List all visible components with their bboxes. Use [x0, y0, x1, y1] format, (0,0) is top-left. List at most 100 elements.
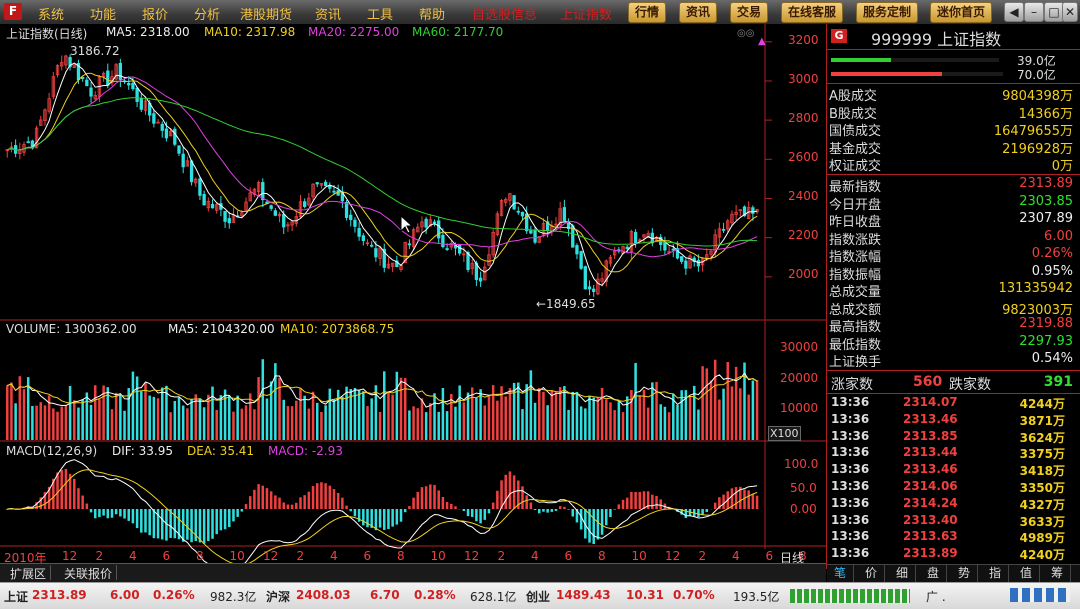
toolbar-custom-service-button[interactable]: 服务定制 [856, 2, 918, 23]
candle-body [685, 261, 688, 268]
menu-sh-index[interactable]: 上证指数 [560, 4, 612, 23]
macd-title: MACD(12,26,9) [6, 444, 97, 458]
volume-bar [65, 405, 68, 440]
panel-tab[interactable]: 盘 [920, 565, 947, 582]
volume-bar [232, 412, 235, 440]
menu-function[interactable]: 功能 [90, 4, 116, 23]
macd-bar [295, 503, 298, 509]
cy-amount: 193.5亿 [733, 588, 779, 605]
panel-tab[interactable]: 指 [982, 565, 1009, 582]
volume-bar [77, 408, 80, 440]
panel-tab[interactable]: 价 [858, 565, 885, 582]
menu-news[interactable]: 资讯 [315, 4, 341, 23]
back-icon[interactable]: ◀ [1004, 2, 1024, 22]
panel-tab[interactable]: 筹 [1044, 565, 1071, 582]
macd-bar [442, 497, 445, 509]
minimize-icon[interactable]: – [1024, 2, 1044, 22]
kline-chart[interactable] [0, 24, 826, 569]
volume-bar [10, 382, 13, 440]
macd-bar [299, 497, 302, 509]
candle-body [27, 142, 30, 143]
tick-price: 2313.46 [903, 412, 958, 426]
volume-bar [458, 385, 461, 440]
panel-tab[interactable]: 笔 [827, 565, 854, 582]
toolbar-trade-button[interactable]: 交易 [730, 2, 768, 23]
tick-time: 13:36 [831, 546, 869, 560]
volume-bar [530, 370, 533, 440]
macd-bar [601, 509, 604, 535]
macd-bar [391, 509, 394, 527]
volume-bar [178, 398, 181, 440]
volume-bar [245, 405, 248, 440]
chart-options-icon[interactable]: ◎◎ [737, 28, 754, 39]
stat-row-label: 总成交量 [829, 281, 881, 300]
toolbar-news-button[interactable]: 资讯 [679, 2, 717, 23]
volume-bar [626, 396, 629, 440]
menu-tools[interactable]: 工具 [367, 4, 393, 23]
volume-bar [475, 398, 478, 440]
x-axis-month: 6 [163, 549, 171, 563]
candle-body [408, 244, 411, 245]
candle-body [81, 77, 84, 78]
macd-bar [215, 509, 218, 534]
volume-bar [417, 408, 420, 440]
volume-bar [161, 387, 164, 440]
macd-bar [224, 509, 227, 529]
hs-price: 2408.03 [296, 588, 351, 602]
macd-bar [429, 484, 432, 509]
toolbar-online-service-button[interactable]: 在线客服 [781, 2, 843, 23]
menu-system[interactable]: 系统 [38, 4, 64, 23]
menu-quote[interactable]: 报价 [142, 4, 168, 23]
chart-area[interactable]: 上证指数(日线) MA5: 2318.00 MA10: 2317.98 MA20… [0, 24, 826, 569]
candle-body [203, 194, 206, 204]
volume-bar [19, 376, 22, 440]
maximize-icon[interactable]: □ [1044, 2, 1064, 22]
volume-bar [119, 394, 122, 440]
macd-bar [630, 492, 633, 509]
stat-row-label: 昨日收盘 [829, 211, 881, 230]
macd-bar [530, 503, 533, 509]
volume-bar [157, 398, 160, 440]
candle-body [224, 211, 227, 221]
tick-row: 13:362313.463871万 [827, 412, 1067, 429]
volume-bar [270, 381, 273, 440]
x-axis-month: 12 [62, 549, 77, 563]
ma60-line [7, 98, 757, 246]
index-stats-block: 最新指数2313.89今日开盘2303.85昨日收盘2307.89指数涨跌6.0… [827, 176, 1073, 366]
tray-icons[interactable] [1010, 588, 1070, 602]
tick-list[interactable]: 13:362314.074244万13:362313.463871万13:362… [827, 395, 1073, 563]
tab-related-quotes[interactable]: 关联报价 [60, 565, 117, 580]
candle-body [370, 245, 373, 246]
close-icon[interactable]: ✕ [1062, 2, 1078, 22]
volume-bar [190, 399, 193, 440]
macd-bar [383, 509, 386, 530]
menu-analysis[interactable]: 分析 [194, 4, 220, 23]
sub-tab-bar [0, 563, 826, 582]
tab-extended-area[interactable]: 扩展区 [6, 565, 51, 580]
panel-tab[interactable]: 势 [951, 565, 978, 582]
candle-body [588, 287, 591, 289]
toolbar-mini-home-button[interactable]: 迷你首页 [930, 2, 992, 23]
panel-tab[interactable]: 细 [889, 565, 916, 582]
stat-row-value: 0.95% [1032, 264, 1073, 279]
volume-bar [622, 412, 625, 440]
menu-watchlist-info[interactable]: 自选股信息 [472, 4, 537, 23]
menu-help[interactable]: 帮助 [419, 4, 445, 23]
volume-bar [739, 388, 742, 440]
volume-bar [572, 392, 575, 440]
trade-row: A股成交9804398万 [827, 85, 1073, 102]
macd-bar [354, 509, 357, 516]
tick-volume: 3418万 [1020, 462, 1065, 479]
macd-bar [479, 509, 482, 523]
tick-time: 13:36 [831, 429, 869, 443]
stat-row-label: 总成交额 [829, 299, 881, 318]
panel-tab[interactable]: 值 [1013, 565, 1040, 582]
toolbar-market-button[interactable]: 行情 [628, 2, 666, 23]
macd-bar [174, 509, 177, 538]
macd-ytick: 100.0 [784, 457, 818, 471]
volume-bar [668, 412, 671, 440]
volume-bar [90, 405, 93, 440]
macd-bar [262, 486, 265, 509]
menu-hk-futures[interactable]: 港股期货 [240, 4, 292, 23]
cy-change: 10.31 [626, 588, 664, 602]
